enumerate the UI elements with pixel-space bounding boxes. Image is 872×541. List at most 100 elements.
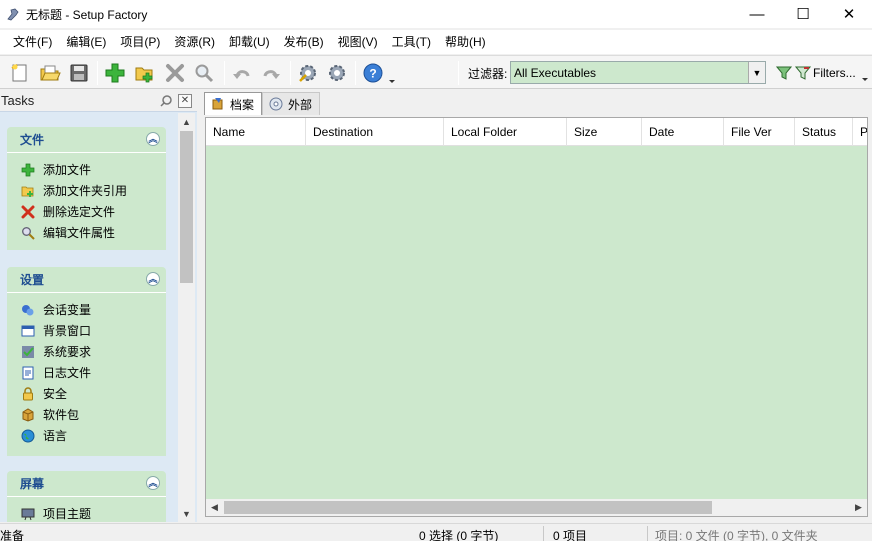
- menu-publish[interactable]: 发布(B): [277, 31, 331, 53]
- menu-project[interactable]: 项目(P): [113, 31, 167, 53]
- lock-icon: [20, 386, 36, 402]
- menu-file[interactable]: 文件(F): [6, 31, 59, 53]
- filter-label: 过滤器:: [468, 67, 508, 81]
- save-icon[interactable]: [65, 59, 93, 87]
- open-project-icon[interactable]: [36, 59, 64, 87]
- cd-icon: [268, 96, 284, 112]
- toolbar: ? 过滤器: All Executables ▼ Filters...: [0, 55, 872, 89]
- status-summary: 项目: 0 文件 (0 字节), 0 文件夹: [655, 529, 818, 541]
- help-icon[interactable]: ?: [359, 59, 387, 87]
- column-header-p[interactable]: P: [853, 118, 867, 146]
- group-title: 屏幕: [20, 477, 45, 491]
- help-dropdown-icon[interactable]: [386, 59, 398, 87]
- status-bar: 准备 0 选择 (0 字节) 0 项目 项目: 0 文件 (0 字节), 0 文…: [0, 523, 872, 541]
- folder-add-icon: [20, 183, 36, 199]
- task-log-file[interactable]: 日志文件: [7, 362, 166, 383]
- scroll-down-icon[interactable]: ▼: [178, 505, 195, 522]
- task-add-folder-ref[interactable]: 添加文件夹引用: [7, 180, 166, 201]
- scroll-left-icon[interactable]: ◀: [206, 499, 223, 516]
- menu-tools[interactable]: 工具(T): [385, 31, 438, 53]
- collapse-icon[interactable]: ︽: [146, 132, 160, 146]
- status-selection: 0 选择 (0 字节): [419, 529, 499, 541]
- column-header-file-ver[interactable]: File Ver: [724, 118, 795, 146]
- column-header-destination[interactable]: Destination: [306, 118, 444, 146]
- menu-help[interactable]: 帮助(H): [438, 31, 493, 53]
- add-icon: [20, 162, 36, 178]
- tab-archive[interactable]: 档案: [204, 92, 263, 115]
- grid-hscrollbar[interactable]: ◀ ▶: [206, 499, 867, 516]
- scroll-right-icon[interactable]: ▶: [850, 499, 867, 516]
- scroll-thumb[interactable]: [180, 131, 193, 283]
- collapse-icon[interactable]: ︽: [146, 272, 160, 286]
- add-folder-icon[interactable]: [131, 59, 159, 87]
- tasks-scrollbar[interactable]: ▲ ▼: [178, 113, 195, 522]
- doc-tabs: 档案 外部: [204, 92, 321, 115]
- task-background-window[interactable]: 背景窗口: [7, 320, 166, 341]
- column-header-local-folder[interactable]: Local Folder: [444, 118, 567, 146]
- task-delete-selected[interactable]: 删除选定文件: [7, 201, 166, 222]
- globe-icon: [20, 428, 36, 444]
- build-icon[interactable]: [294, 59, 322, 87]
- log-file-icon: [20, 365, 36, 381]
- task-add-file[interactable]: 添加文件: [7, 159, 166, 180]
- task-security[interactable]: 安全: [7, 383, 166, 404]
- filters-button[interactable]: Filters...: [776, 62, 856, 84]
- undo-icon[interactable]: [228, 59, 256, 87]
- add-file-icon[interactable]: [101, 59, 129, 87]
- tasks-title: Tasks: [1, 93, 35, 108]
- session-vars-icon: [20, 302, 36, 318]
- menu-bar: 文件(F) 编辑(E) 项目(P) 资源(R) 卸载(U) 发布(B) 视图(V…: [0, 30, 872, 54]
- status-ready: 准备: [0, 529, 25, 541]
- file-grid[interactable]: Name Destination Local Folder Size Date …: [205, 117, 868, 517]
- tab-external[interactable]: 外部: [262, 92, 321, 115]
- search-icon: [20, 225, 36, 241]
- filter-value: All Executables: [514, 65, 597, 80]
- group-header[interactable]: 文件 ︽: [7, 127, 166, 153]
- collapse-icon[interactable]: ︽: [146, 476, 160, 490]
- task-session-vars[interactable]: 会话变量: [7, 299, 166, 320]
- app-icon: [5, 6, 21, 22]
- menu-edit[interactable]: 编辑(E): [59, 31, 113, 53]
- status-items: 0 项目: [553, 529, 588, 541]
- svg-text:?: ?: [369, 67, 376, 81]
- tasks-body: 文件 ︽ 添加文件 添加文件夹引用 删除选定文件 编辑文件属性 设置 ︽ 会话变…: [0, 113, 178, 522]
- column-header-name[interactable]: Name: [206, 118, 306, 146]
- settings-gear-icon[interactable]: [323, 59, 351, 87]
- menu-resources[interactable]: 资源(R): [167, 31, 222, 53]
- funnel-icon: [776, 65, 792, 81]
- package-icon: [20, 407, 36, 423]
- properties-icon[interactable]: [190, 59, 218, 87]
- hscroll-thumb[interactable]: [224, 501, 712, 514]
- chevron-down-icon[interactable]: ▼: [748, 62, 765, 83]
- minimize-button[interactable]: —: [734, 0, 780, 28]
- menu-uninstall[interactable]: 卸载(U): [222, 31, 277, 53]
- task-packages[interactable]: 软件包: [7, 404, 166, 425]
- redo-icon[interactable]: [257, 59, 285, 87]
- window-title: 无标题 - Setup Factory: [26, 7, 148, 22]
- tasks-panel: Tasks ✕ 文件 ︽ 添加文件 添加文件夹引用 删除选定文件 编辑文件属性 …: [0, 90, 197, 522]
- column-header-size[interactable]: Size: [567, 118, 642, 146]
- funnel-edit-icon: [795, 65, 811, 81]
- column-header-date[interactable]: Date: [642, 118, 724, 146]
- scroll-up-icon[interactable]: ▲: [178, 113, 195, 130]
- group-header[interactable]: 屏幕 ︽: [7, 471, 166, 497]
- pin-icon[interactable]: [159, 94, 173, 108]
- task-system-requirements[interactable]: 系统要求: [7, 341, 166, 362]
- toolbar-overflow-icon[interactable]: [859, 59, 871, 87]
- filter-select[interactable]: All Executables ▼: [510, 61, 766, 84]
- maximize-button[interactable]: ☐: [780, 0, 826, 28]
- tasks-header: Tasks ✕: [0, 90, 197, 112]
- task-project-theme[interactable]: 项目主题: [7, 503, 166, 522]
- delete-icon[interactable]: [161, 59, 189, 87]
- close-panel-icon[interactable]: ✕: [178, 94, 192, 108]
- group-title: 设置: [20, 273, 45, 287]
- task-language[interactable]: 语言: [7, 425, 166, 446]
- new-project-icon[interactable]: [6, 59, 34, 87]
- menu-view[interactable]: 视图(V): [331, 31, 385, 53]
- group-header[interactable]: 设置 ︽: [7, 267, 166, 293]
- task-edit-properties[interactable]: 编辑文件属性: [7, 222, 166, 243]
- close-button[interactable]: ✕: [826, 0, 872, 28]
- filters-label: Filters...: [813, 66, 856, 80]
- theme-icon: [20, 506, 36, 522]
- column-header-status[interactable]: Status: [795, 118, 853, 146]
